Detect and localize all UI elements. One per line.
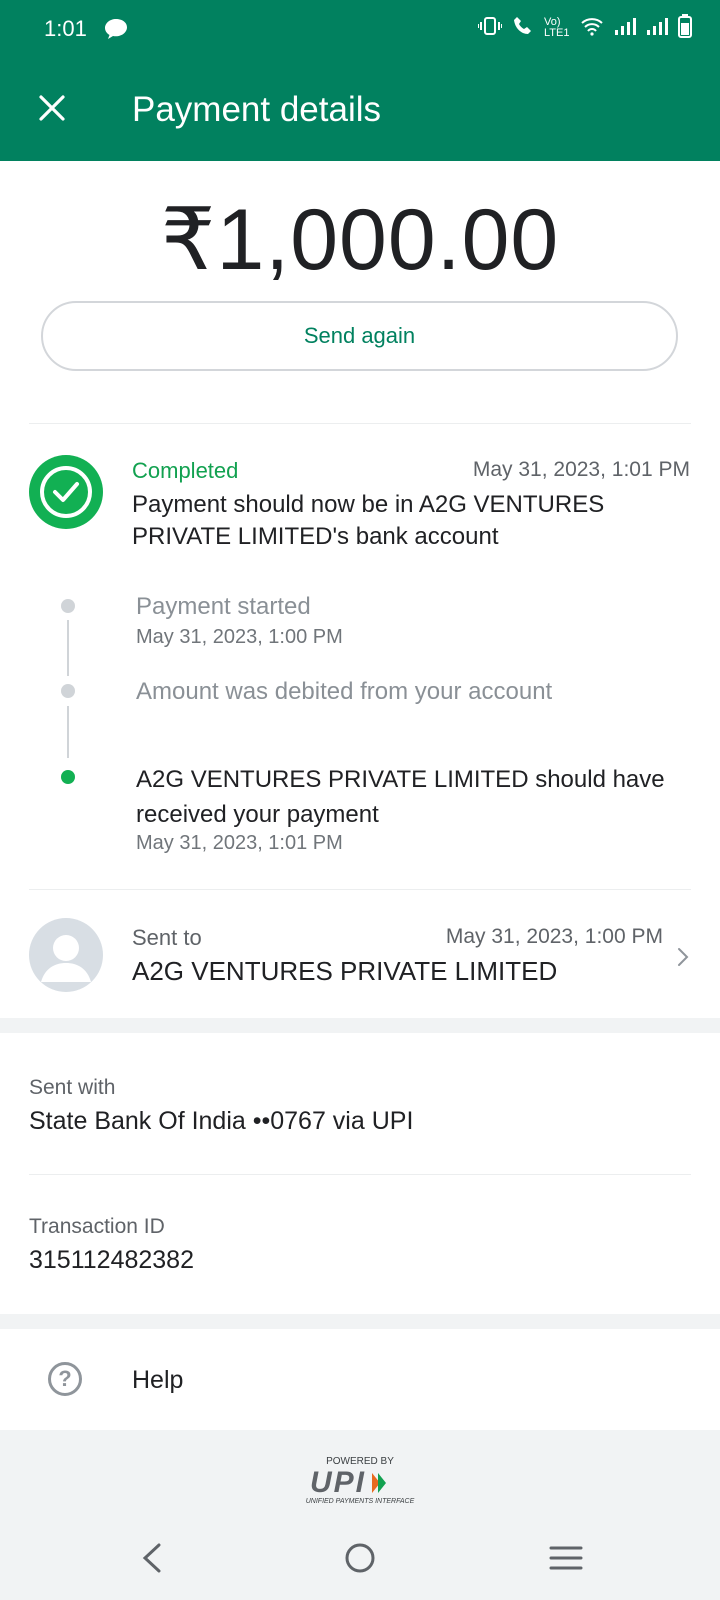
sent-with-label: Sent with (29, 1076, 116, 1099)
sent-to-time: May 31, 2023, 1:00 PM (445, 925, 663, 948)
timeline-step-title: A2G VENTURES PRIVATE LIMITED should have… (136, 766, 665, 828)
divider (29, 1174, 691, 1175)
timeline-connector (67, 706, 69, 758)
timeline-dot (61, 599, 75, 613)
timeline-step-title: Payment started (136, 593, 311, 620)
recipient-name: A2G VENTURES PRIVATE LIMITED (132, 956, 558, 986)
close-icon (38, 94, 66, 127)
send-again-button[interactable]: Send again (41, 301, 678, 371)
help-row[interactable]: ? Help (0, 1329, 720, 1429)
nav-recents-button[interactable] (536, 1530, 596, 1590)
home-icon (344, 1542, 376, 1579)
back-icon (141, 1543, 163, 1578)
status-time: May 31, 2023, 1:01 PM (472, 458, 690, 481)
network-label: Vo) LTE1 (544, 15, 570, 39)
timeline-step-title: Amount was debited from your account (136, 678, 553, 705)
help-label: Help (132, 1366, 184, 1394)
sent-to-row[interactable]: Sent to May 31, 2023, 1:00 PM A2G VENTUR… (0, 890, 720, 1018)
transaction-id-label: Transaction ID (29, 1215, 165, 1238)
upi-logo-text: UPI (310, 1466, 367, 1499)
battery-icon (678, 14, 692, 41)
timeline-dot (61, 684, 75, 698)
sent-with-value: State Bank Of India ••0767 via UPI (29, 1107, 414, 1135)
status-icons: Vo) LTE1 (477, 14, 692, 41)
status-label: Completed (132, 458, 239, 483)
section-separator (0, 1314, 720, 1329)
signal-icon-1 (614, 16, 636, 39)
help-icon: ? (48, 1362, 82, 1396)
success-check-icon (29, 455, 103, 529)
sent-to-label: Sent to (132, 925, 202, 950)
payment-amount: ₹1,000.00 (160, 192, 560, 288)
message-notification-icon (104, 18, 128, 45)
upi-subtitle: UNIFIED PAYMENTS INTERFACE (305, 1498, 415, 1505)
timeline-connector (67, 620, 69, 676)
transaction-id-value: 315112482382 (29, 1246, 194, 1274)
app-bar: Payment details (0, 60, 720, 161)
section-separator (0, 1018, 720, 1033)
signal-icon-2 (646, 16, 668, 39)
call-icon (512, 15, 534, 40)
status-bar: 1:01 Vo) LTE1 (0, 0, 720, 60)
nav-home-button[interactable] (330, 1530, 390, 1590)
timeline-dot-active (61, 770, 75, 784)
menu-icon (549, 1545, 583, 1576)
wifi-icon (580, 16, 604, 39)
close-button[interactable] (26, 84, 78, 136)
upi-logo: UPI (310, 1466, 388, 1500)
timeline-step-time: May 31, 2023, 1:01 PM (136, 832, 343, 854)
chevron-right-icon (676, 946, 690, 973)
vibrate-icon (477, 16, 503, 39)
nav-back-button[interactable] (122, 1530, 182, 1590)
avatar (29, 918, 103, 992)
divider (29, 423, 691, 424)
status-time: 1:01 (44, 16, 87, 41)
page-title: Payment details (132, 90, 382, 129)
timeline-step-time: May 31, 2023, 1:00 PM (136, 626, 343, 648)
status-message: Payment should now be in A2G VENTURES PR… (132, 491, 605, 550)
